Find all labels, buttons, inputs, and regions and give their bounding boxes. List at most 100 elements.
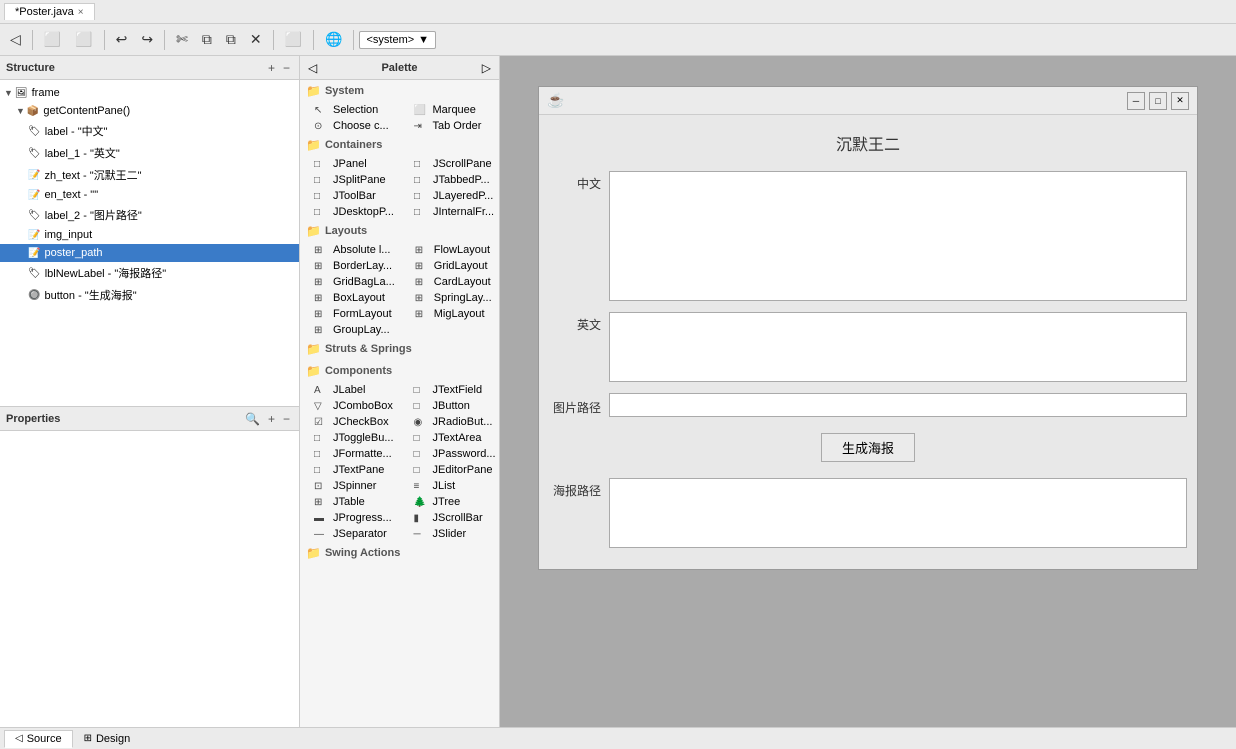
palette-item-jinternalfr[interactable]: □ JInternalFr... [400,204,499,220]
jlayeredp-icon: □ [414,191,430,202]
palette-item-springlay[interactable]: ⊞ SpringLay... [401,290,499,306]
toolbar-globe-btn[interactable]: 🌐 [319,27,348,52]
selection-icon: ↖ [314,105,330,116]
palette-item-jseparator[interactable]: — JSeparator [300,526,400,542]
poster-java-tab[interactable]: *Poster.java × [4,3,95,20]
palette-item-jlabel[interactable]: A JLabel [300,382,400,398]
toolbar-copy-btn[interactable]: ⧉ [196,27,218,52]
palette-item-jpanel[interactable]: □ JPanel [300,156,400,172]
palette-item-jtable[interactable]: ⊞ JTable [300,494,400,510]
palette-left-arrow[interactable]: ◁ [308,61,317,75]
toolbar-square3-btn[interactable]: ⬜ [279,27,308,52]
palette-item-jscrollpane[interactable]: □ JScrollPane [400,156,499,172]
palette-item-cardlayout[interactable]: ⊞ CardLayout [401,274,499,290]
system-label: <system> [366,34,414,46]
palette-item-jtextarea[interactable]: □ JTextArea [400,430,499,446]
tree-item-lblnewlabel[interactable]: 🏷 lblNewLabel - "海报路径" [0,262,299,284]
palette-item-jtogglebut[interactable]: □ JToggleBu... [300,430,400,446]
toolbar-cut-btn[interactable]: ✄ [170,27,194,52]
tree-item-button[interactable]: 🔘 button - "生成海报" [0,284,299,306]
props-search-btn[interactable]: 🔍 [242,411,263,427]
palette-item-jsplitpane[interactable]: □ JSplitPane [300,172,400,188]
jdesktopP-label: JDesktopP... [333,206,394,218]
palette-item-jformatte[interactable]: □ JFormatte... [300,446,400,462]
tab-design[interactable]: ⊞ Design [73,730,142,748]
palette-item-borderlay[interactable]: ⊞ BorderLay... [300,258,401,274]
palette-item-jslider[interactable]: ─ JSlider [400,526,499,542]
borderlay-label: BorderLay... [333,260,392,272]
palette-item-grouplay[interactable]: ⊞ GroupLay... [300,322,401,338]
tree-item-en-text[interactable]: 📝 en_text - "" [0,186,299,204]
boxlayout-icon: ⊞ [314,293,330,304]
palette-item-miglayout[interactable]: ⊞ MigLayout [401,306,499,322]
palette-item-gridlayout[interactable]: ⊞ GridLayout [401,258,499,274]
tree-item-label-zh[interactable]: 🏷 label - "中文" [0,120,299,142]
miglayout-icon: ⊞ [415,309,431,320]
palette-item-flowlayout[interactable]: ⊞ FlowLayout [401,242,499,258]
palette-item-jcombobox[interactable]: ▽ JComboBox [300,398,400,414]
posterpath-textarea[interactable] [609,478,1187,548]
palette-item-formlayout[interactable]: ⊞ FormLayout [300,306,401,322]
tab-bar: *Poster.java × [0,0,1236,24]
generate-button[interactable]: 生成海报 [821,433,915,462]
toolbar-btn-square1[interactable]: ⬜ [38,27,67,52]
chinese-label: 中文 [549,171,609,192]
props-add-btn[interactable]: + [265,411,278,427]
tab-source[interactable]: ◁ Source [4,730,73,748]
palette-item-taborder[interactable]: ⇥ Tab Order [400,118,500,134]
palette-item-jbutton[interactable]: □ JButton [400,398,499,414]
palette-item-jtabbedp[interactable]: □ JTabbedP... [400,172,499,188]
tree-item-label-en[interactable]: 🏷 label_1 - "英文" [0,142,299,164]
palette-item-jradiobutton[interactable]: ◉ JRadioBut... [400,414,499,430]
tree-item-contentpane[interactable]: ▼ 📦 getContentPane() [0,102,299,120]
jscrollpane-label: JScrollPane [433,158,492,170]
chinese-textarea[interactable] [609,171,1187,301]
palette-item-jeditorpane[interactable]: □ JEditorPane [400,462,499,478]
generate-row: 生成海报 [549,425,1187,470]
frame-minimize-btn[interactable]: ─ [1127,92,1145,110]
frame-close-btn[interactable]: ✕ [1171,92,1189,110]
tree-item-frame[interactable]: ▼ 🖼 frame [0,84,299,102]
palette-item-jscrollbar[interactable]: ▮ JScrollBar [400,510,499,526]
tree-item-label2[interactable]: 🏷 label_2 - "图片路径" [0,204,299,226]
palette-item-selection[interactable]: ↖ Selection [300,102,400,118]
tab-close-icon[interactable]: × [78,7,84,18]
palette-item-jdesktopP[interactable]: □ JDesktopP... [300,204,400,220]
palette-item-absolutel[interactable]: ⊞ Absolute l... [300,242,401,258]
palette-item-jspinner[interactable]: ⊡ JSpinner [300,478,400,494]
palette-category-layouts: 📁 Layouts [300,220,499,242]
toolbar-undo-btn[interactable]: ↩ [110,27,134,52]
toolbar-paste-btn[interactable]: ⧉ [220,27,242,52]
poster-path-icon: 📝 [28,248,40,259]
palette-item-choosec[interactable]: ⊙ Choose c... [300,118,400,134]
frame-maximize-btn[interactable]: □ [1149,92,1167,110]
tree-item-img-input[interactable]: 📝 img_input [0,226,299,244]
palette-item-jlist[interactable]: ≡ JList [400,478,499,494]
design-area[interactable]: ☕ ─ □ ✕ 沉默王二 中文 英文 [500,56,1236,727]
structure-remove-btn[interactable]: − [280,60,293,76]
toolbar-delete-btn[interactable]: ✕ [244,27,268,52]
palette-item-jprogress[interactable]: ▬ JProgress... [300,510,400,526]
components-category-label: Components [325,365,392,377]
toolbar-btn-left[interactable]: ◁ [4,27,27,52]
palette-right-arrow[interactable]: ▷ [482,61,491,75]
palette-item-jpassword[interactable]: □ JPassword... [400,446,499,462]
toolbar-btn-square2[interactable]: ⬜ [69,27,98,52]
palette-item-jlayeredp[interactable]: □ JLayeredP... [400,188,499,204]
toolbar-redo-btn[interactable]: ↪ [135,27,159,52]
tree-item-zh-text[interactable]: 📝 zh_text - "沉默王二" [0,164,299,186]
palette-item-gridbagla[interactable]: ⊞ GridBagLa... [300,274,401,290]
palette-item-marquee[interactable]: ⬜ Marquee [400,102,500,118]
palette-item-jtree[interactable]: 🌲 JTree [400,494,499,510]
palette-item-jtextpane[interactable]: □ JTextPane [300,462,400,478]
tree-item-poster-path[interactable]: 📝 poster_path [0,244,299,262]
structure-add-btn[interactable]: + [265,60,278,76]
palette-item-jtoolbar[interactable]: □ JToolBar [300,188,400,204]
palette-item-jcheckbox[interactable]: ☑ JCheckBox [300,414,400,430]
palette-item-jtextfield[interactable]: □ JTextField [400,382,499,398]
palette-item-boxlayout[interactable]: ⊞ BoxLayout [300,290,401,306]
props-remove-btn[interactable]: − [280,411,293,427]
imagepath-input[interactable] [609,393,1187,417]
system-dropdown[interactable]: <system> ▼ [359,31,436,49]
english-textarea[interactable] [609,312,1187,382]
